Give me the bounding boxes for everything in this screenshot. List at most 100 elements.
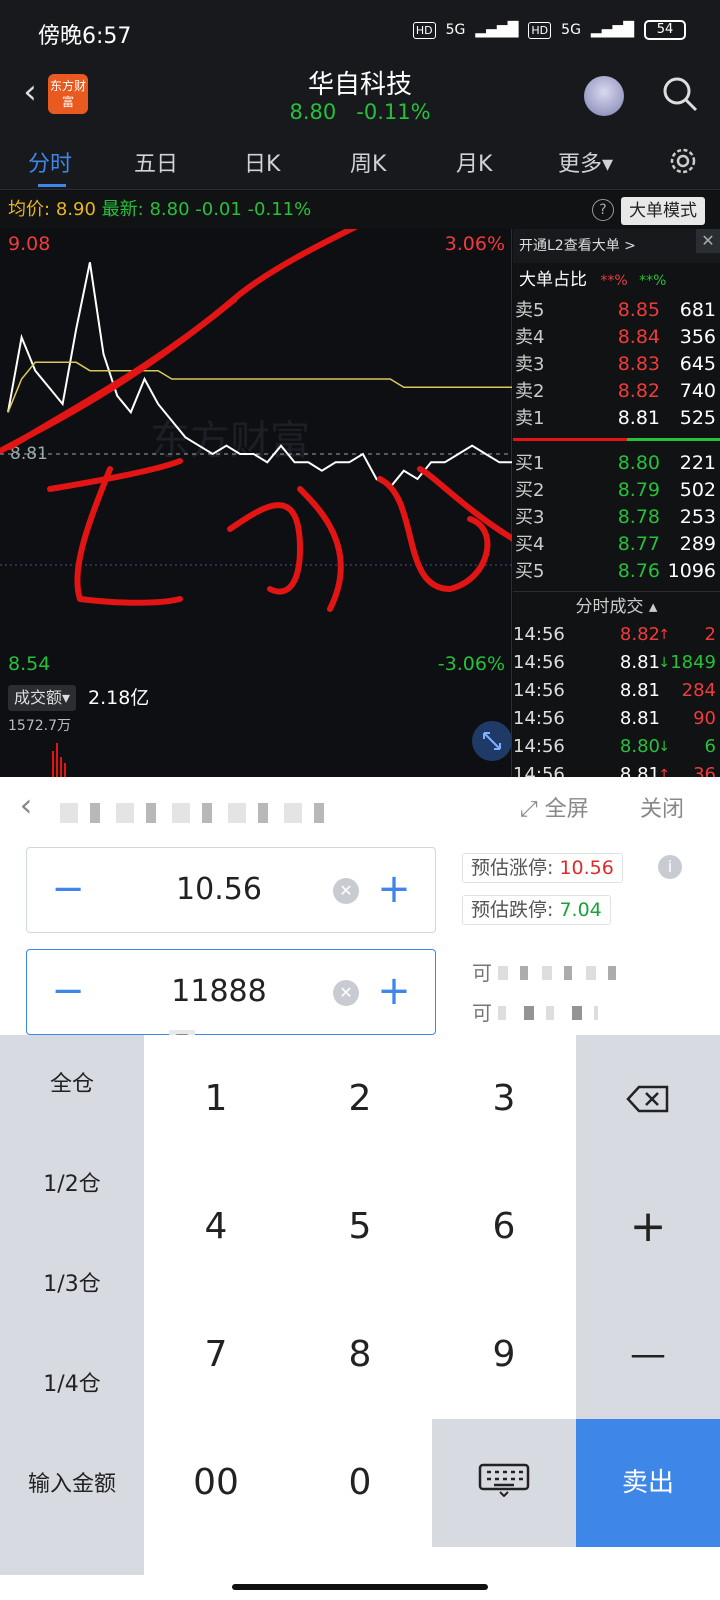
ask-label: 卖3 — [515, 354, 545, 375]
blurred-value-2 — [498, 1006, 599, 1020]
key-3[interactable]: 3 — [432, 1035, 576, 1163]
info-icon[interactable]: i — [658, 855, 682, 879]
ask-row: 卖4 8.84 356 — [513, 324, 720, 351]
annotation-stroke-6 — [227, 502, 303, 595]
tab-more[interactable]: 更多▾ — [558, 146, 613, 178]
bid-price: 8.80 — [617, 452, 660, 474]
bid-row: 买2 8.79 502 — [513, 477, 720, 504]
bid-price: 8.77 — [617, 533, 660, 555]
ask-volume: 681 — [679, 299, 716, 321]
limit-up-label: 预估涨停: — [471, 857, 554, 879]
bid-volume: 1096 — [667, 560, 716, 582]
key-2[interactable]: 2 — [288, 1035, 432, 1163]
keyboard-toggle-key[interactable] — [432, 1419, 576, 1547]
bid-volume: 502 — [679, 479, 716, 501]
ratio-label: 大单占比 — [519, 270, 587, 290]
limit-up-box[interactable]: 预估涨停: 10.56 — [462, 853, 623, 883]
tick-time: 14:56 — [513, 764, 565, 777]
stock-change-pct: -0.11% — [356, 100, 431, 124]
help-icon[interactable]: ? — [592, 199, 614, 221]
bid-label: 买3 — [515, 507, 545, 528]
bid-price: 8.76 — [617, 560, 660, 582]
bid-label: 买4 — [515, 534, 545, 555]
stock-header: ‹ 东方财富 华自科技 8.80 -0.11% — [0, 62, 720, 132]
quantity-plus-button[interactable]: + — [373, 970, 415, 1012]
gear-icon[interactable] — [666, 144, 700, 178]
ask-price: 8.81 — [617, 407, 660, 429]
bid-price: 8.79 — [617, 479, 660, 501]
key-1[interactable]: 1 — [144, 1035, 288, 1163]
enter-amount-key[interactable]: 输入金额 — [0, 1435, 144, 1535]
big-order-mode-button[interactable]: 大单模式 — [621, 197, 705, 225]
ask-label: 卖2 — [515, 381, 545, 402]
limit-down-box[interactable]: 预估跌停: 7.04 — [462, 895, 611, 925]
tab-five-day[interactable]: 五日 — [134, 146, 178, 178]
intraday-chart-svg: 东方财富 8.81 — [0, 229, 512, 612]
minus-key[interactable]: — — [576, 1291, 720, 1419]
avg-value: 8.90 — [55, 199, 96, 220]
ratio-red: **% — [600, 273, 628, 289]
ask-price: 8.82 — [617, 380, 660, 402]
price-clear-icon[interactable]: ✕ — [333, 878, 359, 904]
quantity-stepper: − 11888 ✕ + 万 — [26, 949, 436, 1052]
ticks-header[interactable]: 分时成交 ▴ — [513, 591, 720, 621]
key-9[interactable]: 9 — [432, 1291, 576, 1419]
quantity-clear-icon[interactable]: ✕ — [333, 980, 359, 1006]
half-position-key[interactable]: 1/2仓 — [0, 1135, 144, 1235]
tick-row: 14:56 8.81 284 — [513, 677, 720, 705]
search-icon[interactable] — [660, 74, 700, 114]
tab-monthly-k[interactable]: 月K — [456, 146, 492, 178]
key-7[interactable]: 7 — [144, 1291, 288, 1419]
avg-label: 均价: — [8, 199, 51, 220]
expand-chart-icon[interactable] — [472, 721, 512, 761]
ask-row: 卖2 8.82 740 — [513, 378, 720, 405]
close-icon[interactable]: ✕ — [696, 229, 720, 253]
tick-price: 8.81 — [619, 764, 660, 777]
key-00[interactable]: 00 — [144, 1419, 288, 1547]
key-0[interactable]: 0 — [288, 1419, 432, 1547]
position-shortcuts: 全仓 1/2仓 1/3仓 1/4仓 输入金额 — [0, 1035, 144, 1575]
limit-up-value: 10.56 — [559, 857, 614, 879]
latest-value: 8.80 — [149, 199, 190, 220]
available-line-1: 可 — [472, 957, 619, 986]
latest-label: 最新: — [101, 199, 144, 220]
home-indicator[interactable] — [232, 1584, 488, 1590]
key-6[interactable]: 6 — [432, 1163, 576, 1291]
third-position-key[interactable]: 1/3仓 — [0, 1235, 144, 1335]
close-sheet-button[interactable]: 关闭 — [640, 791, 684, 823]
blurred-account-info[interactable] — [60, 803, 330, 823]
volume-bar — [60, 757, 62, 777]
sell-button[interactable]: 卖出 — [576, 1419, 720, 1547]
volume-area: 成交额▾ 2.18亿 1572.7万 — [0, 679, 512, 777]
key-5[interactable]: 5 — [288, 1163, 432, 1291]
backspace-key[interactable] — [576, 1035, 720, 1163]
bid-volume: 221 — [679, 452, 716, 474]
sell-order-sheet: ‹ ⤢ 全屏 关闭 − 10.56 ✕ + − 11888 ✕ + 万 预估涨停… — [0, 777, 720, 1600]
tick-price: 8.80 — [619, 736, 660, 757]
price-plus-button[interactable]: + — [373, 868, 415, 910]
tick-time: 14:56 — [513, 680, 565, 701]
fullscreen-button[interactable]: ⤢ 全屏 — [520, 791, 589, 823]
l2-promo[interactable]: 开通L2查看大单 > — [513, 229, 720, 263]
full-position-key[interactable]: 全仓 — [0, 1035, 144, 1135]
price-stepper: − 10.56 ✕ + — [26, 847, 436, 933]
intraday-chart[interactable]: 东方财富 8.81 9.08 3.06% 8.54 -3.06% — [0, 229, 512, 679]
tick-volume: 6 — [704, 736, 716, 757]
bid-row: 买3 8.78 253 — [513, 504, 720, 531]
sheet-back-button[interactable]: ‹ — [8, 787, 44, 823]
robot-assistant-icon[interactable] — [584, 76, 624, 116]
tick-dir: ↑ — [658, 627, 670, 643]
quarter-position-key[interactable]: 1/4仓 — [0, 1335, 144, 1435]
fullscreen-label: 全屏 — [544, 797, 589, 822]
tick-row: 14:56 8.81 ↓ 1849 — [513, 649, 720, 677]
plus-key[interactable]: + — [576, 1163, 720, 1291]
tab-daily-k[interactable]: 日K — [244, 146, 280, 178]
fullscreen-icon: ⤢ — [520, 797, 538, 822]
tick-time: 14:56 — [513, 708, 565, 729]
status-bar: 傍晚6:57 HD 5G ▂▄▆█ HD 5G ▂▄▆█ 54 — [0, 0, 720, 62]
tab-weekly-k[interactable]: 周K — [350, 146, 386, 178]
key-8[interactable]: 8 — [288, 1291, 432, 1419]
key-4[interactable]: 4 — [144, 1163, 288, 1291]
tab-intraday[interactable]: 分时 — [28, 146, 72, 178]
annotation-stroke-9 — [417, 466, 512, 542]
